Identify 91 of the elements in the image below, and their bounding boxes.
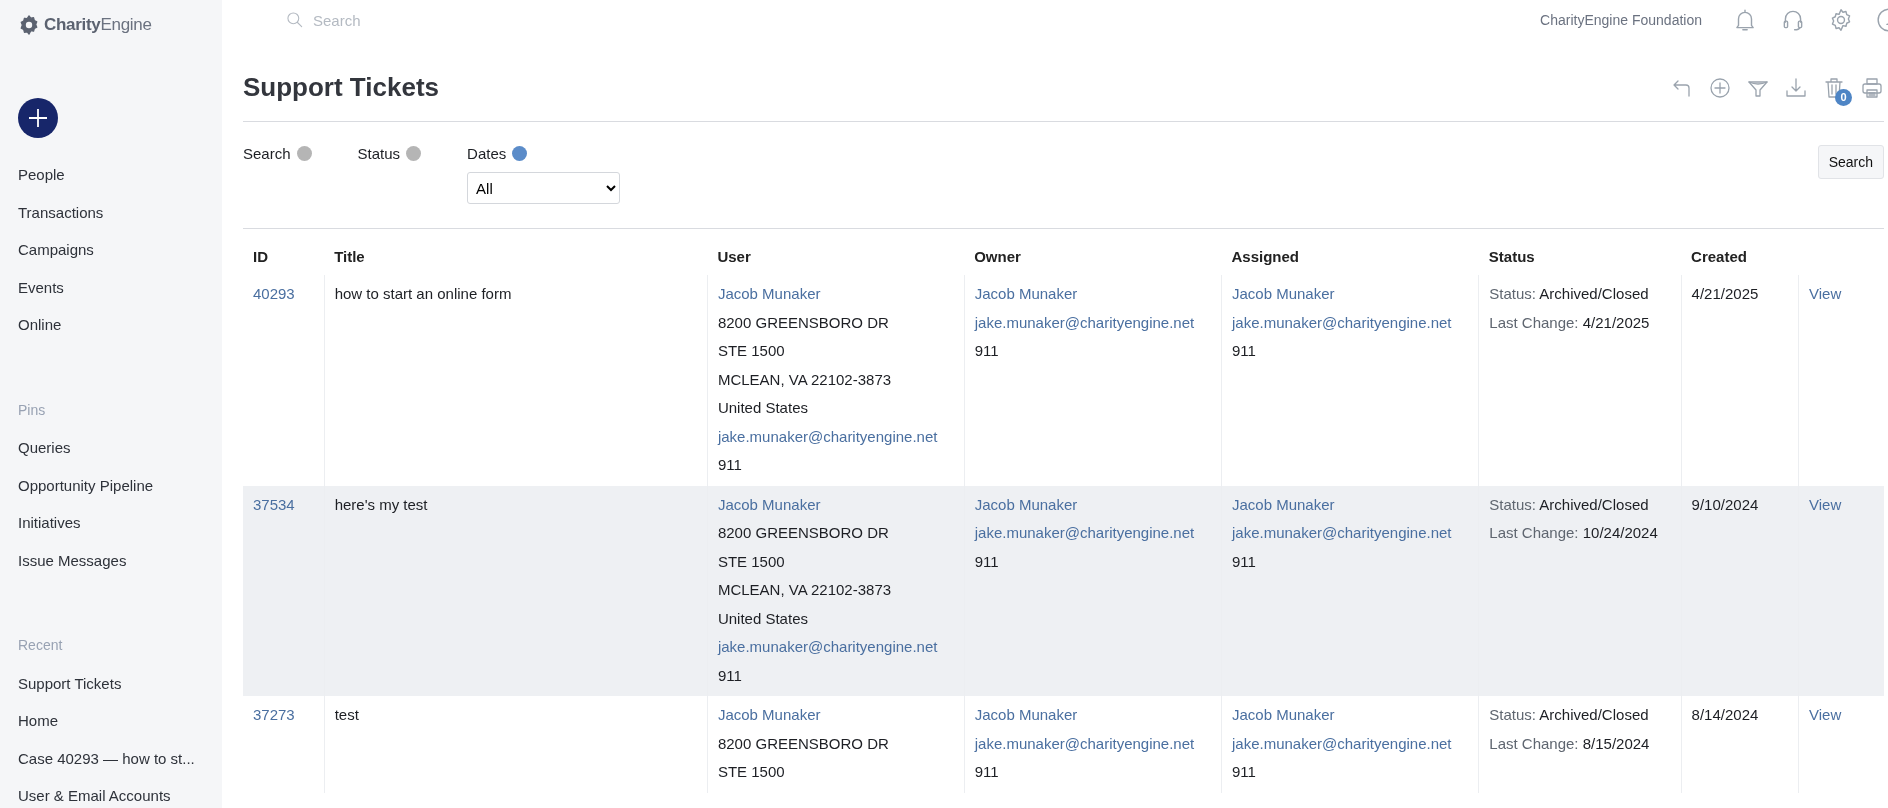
filter-label[interactable]: Search — [243, 145, 291, 162]
status-line: Last Change: 8/15/2024 — [1489, 733, 1651, 754]
email-link[interactable]: jake.munaker@charityengine.net — [1232, 519, 1469, 548]
nav-item[interactable]: User & Email Accounts — [18, 777, 222, 808]
column-header: Owner — [974, 247, 1021, 265]
email-link[interactable]: jake.munaker@charityengine.net — [1232, 729, 1469, 758]
status-line: Status: Archived/Closed — [1489, 494, 1650, 515]
email-link[interactable]: jake.munaker@charityengine.net — [717, 633, 954, 662]
person-link[interactable]: Jacob Munaker — [974, 490, 1211, 519]
cell-text: STE 1500 — [717, 341, 786, 361]
status-line: Last Change: 10/24/2024 — [1489, 523, 1659, 543]
person-link[interactable]: Jacob Munaker — [974, 280, 1211, 309]
organization-name: CharityEngine Foundation — [1540, 12, 1702, 28]
nav-item[interactable]: Case 40293 — how to st... — [18, 739, 222, 777]
column-header: Title — [334, 247, 365, 265]
ticket-title: how to start an online form — [334, 284, 513, 304]
ticket-id-link[interactable]: 37273 — [253, 701, 314, 730]
created-date: 8/14/2024 — [1691, 705, 1760, 725]
nav-item[interactable]: Transactions — [18, 193, 222, 231]
add-circle-icon[interactable] — [1708, 75, 1732, 100]
nav-item[interactable]: Initiatives — [18, 504, 222, 542]
email-link[interactable]: jake.munaker@charityengine.net — [717, 422, 954, 451]
nav-item[interactable]: Queries — [18, 429, 222, 467]
section-heading: Recent — [18, 636, 64, 655]
ticket-id-link[interactable]: 40293 — [253, 280, 314, 309]
cell-text: 911 — [974, 551, 1000, 572]
cell-text: 911 — [974, 762, 1000, 782]
column-header: Status — [1488, 247, 1535, 265]
search-button[interactable]: Search — [1817, 145, 1884, 179]
search-field[interactable]: Search — [311, 10, 515, 30]
cell-text: United States — [717, 608, 809, 629]
logo-text: CharityEngine — [44, 15, 152, 35]
cell-text: 8200 GREENSBORO DR — [717, 523, 890, 543]
nav-item[interactable]: Support Tickets — [18, 664, 222, 702]
created-date: 9/10/2024 — [1691, 494, 1760, 515]
add-button[interactable] — [18, 98, 58, 138]
column-header: Created — [1691, 247, 1747, 265]
email-link[interactable]: jake.munaker@charityengine.net — [974, 308, 1211, 337]
person-link[interactable]: Jacob Munaker — [1232, 701, 1469, 730]
cell-text: MCLEAN, VA 22102-3873 — [717, 580, 893, 600]
cell-text: 911 — [974, 341, 1000, 361]
person-link[interactable]: Jacob Munaker — [717, 490, 954, 519]
nav-item[interactable]: People — [18, 156, 222, 194]
column-header: Assigned — [1231, 247, 1299, 265]
cell-text: STE 1500 — [717, 762, 786, 782]
nav-item[interactable]: Events — [18, 268, 222, 306]
cell-text: 8200 GREENSBORO DR — [717, 312, 890, 333]
section-heading: Pins — [18, 400, 47, 420]
date-range-select[interactable]: All — [467, 172, 621, 204]
cell-text: 911 — [717, 665, 743, 686]
view-link[interactable]: View — [1809, 490, 1874, 519]
status-line: Status: Archived/Closed — [1489, 284, 1650, 304]
cell-text: 8200 GREENSBORO DR — [717, 733, 890, 754]
cell-text: United States — [717, 398, 809, 418]
cell-text: MCLEAN, VA 22102-3873 — [717, 369, 893, 390]
cell-text: 911 — [1232, 762, 1257, 782]
filter-label[interactable]: Status — [357, 145, 401, 162]
cell-text: 911 — [717, 455, 743, 475]
status-line: Last Change: 4/21/2025 — [1489, 312, 1651, 333]
column-header: ID — [253, 247, 268, 265]
person-link[interactable]: Jacob Munaker — [717, 280, 954, 309]
view-link[interactable]: View — [1809, 280, 1874, 309]
nav-item[interactable]: Issue Messages — [18, 541, 222, 579]
email-link[interactable]: jake.munaker@charityengine.net — [974, 729, 1211, 758]
ticket-title: test — [334, 705, 360, 725]
printer-icon[interactable] — [1860, 75, 1884, 100]
cell-text: 911 — [1232, 341, 1257, 361]
created-date: 4/21/2025 — [1691, 284, 1760, 304]
cell-text: 911 — [1232, 551, 1257, 572]
plus-icon — [27, 107, 49, 129]
column-header: User — [717, 247, 751, 265]
search-icon — [285, 10, 305, 30]
nav-item[interactable]: Home — [18, 702, 222, 740]
filter-label[interactable]: Dates — [467, 145, 507, 162]
person-link[interactable]: Jacob Munaker — [1232, 280, 1469, 309]
cell-text: STE 1500 — [717, 551, 786, 572]
person-link[interactable]: Jacob Munaker — [717, 701, 954, 730]
ticket-title: here's my test — [334, 494, 429, 515]
nav-item[interactable]: Campaigns — [18, 231, 222, 269]
nav-item[interactable]: Online — [18, 306, 222, 344]
view-link[interactable]: View — [1809, 701, 1874, 730]
count-badge: 0 — [1835, 88, 1852, 106]
nav-item[interactable]: Opportunity Pipeline — [18, 466, 222, 504]
page-title: Support Tickets — [243, 72, 439, 103]
email-link[interactable]: jake.munaker@charityengine.net — [974, 519, 1211, 548]
gear-icon — [18, 14, 40, 36]
status-line: Status: Archived/Closed — [1489, 705, 1650, 725]
ticket-id-link[interactable]: 37534 — [253, 490, 314, 519]
email-link[interactable]: jake.munaker@charityengine.net — [1232, 308, 1469, 337]
person-link[interactable]: Jacob Munaker — [974, 701, 1211, 730]
person-link[interactable]: Jacob Munaker — [1232, 490, 1469, 519]
